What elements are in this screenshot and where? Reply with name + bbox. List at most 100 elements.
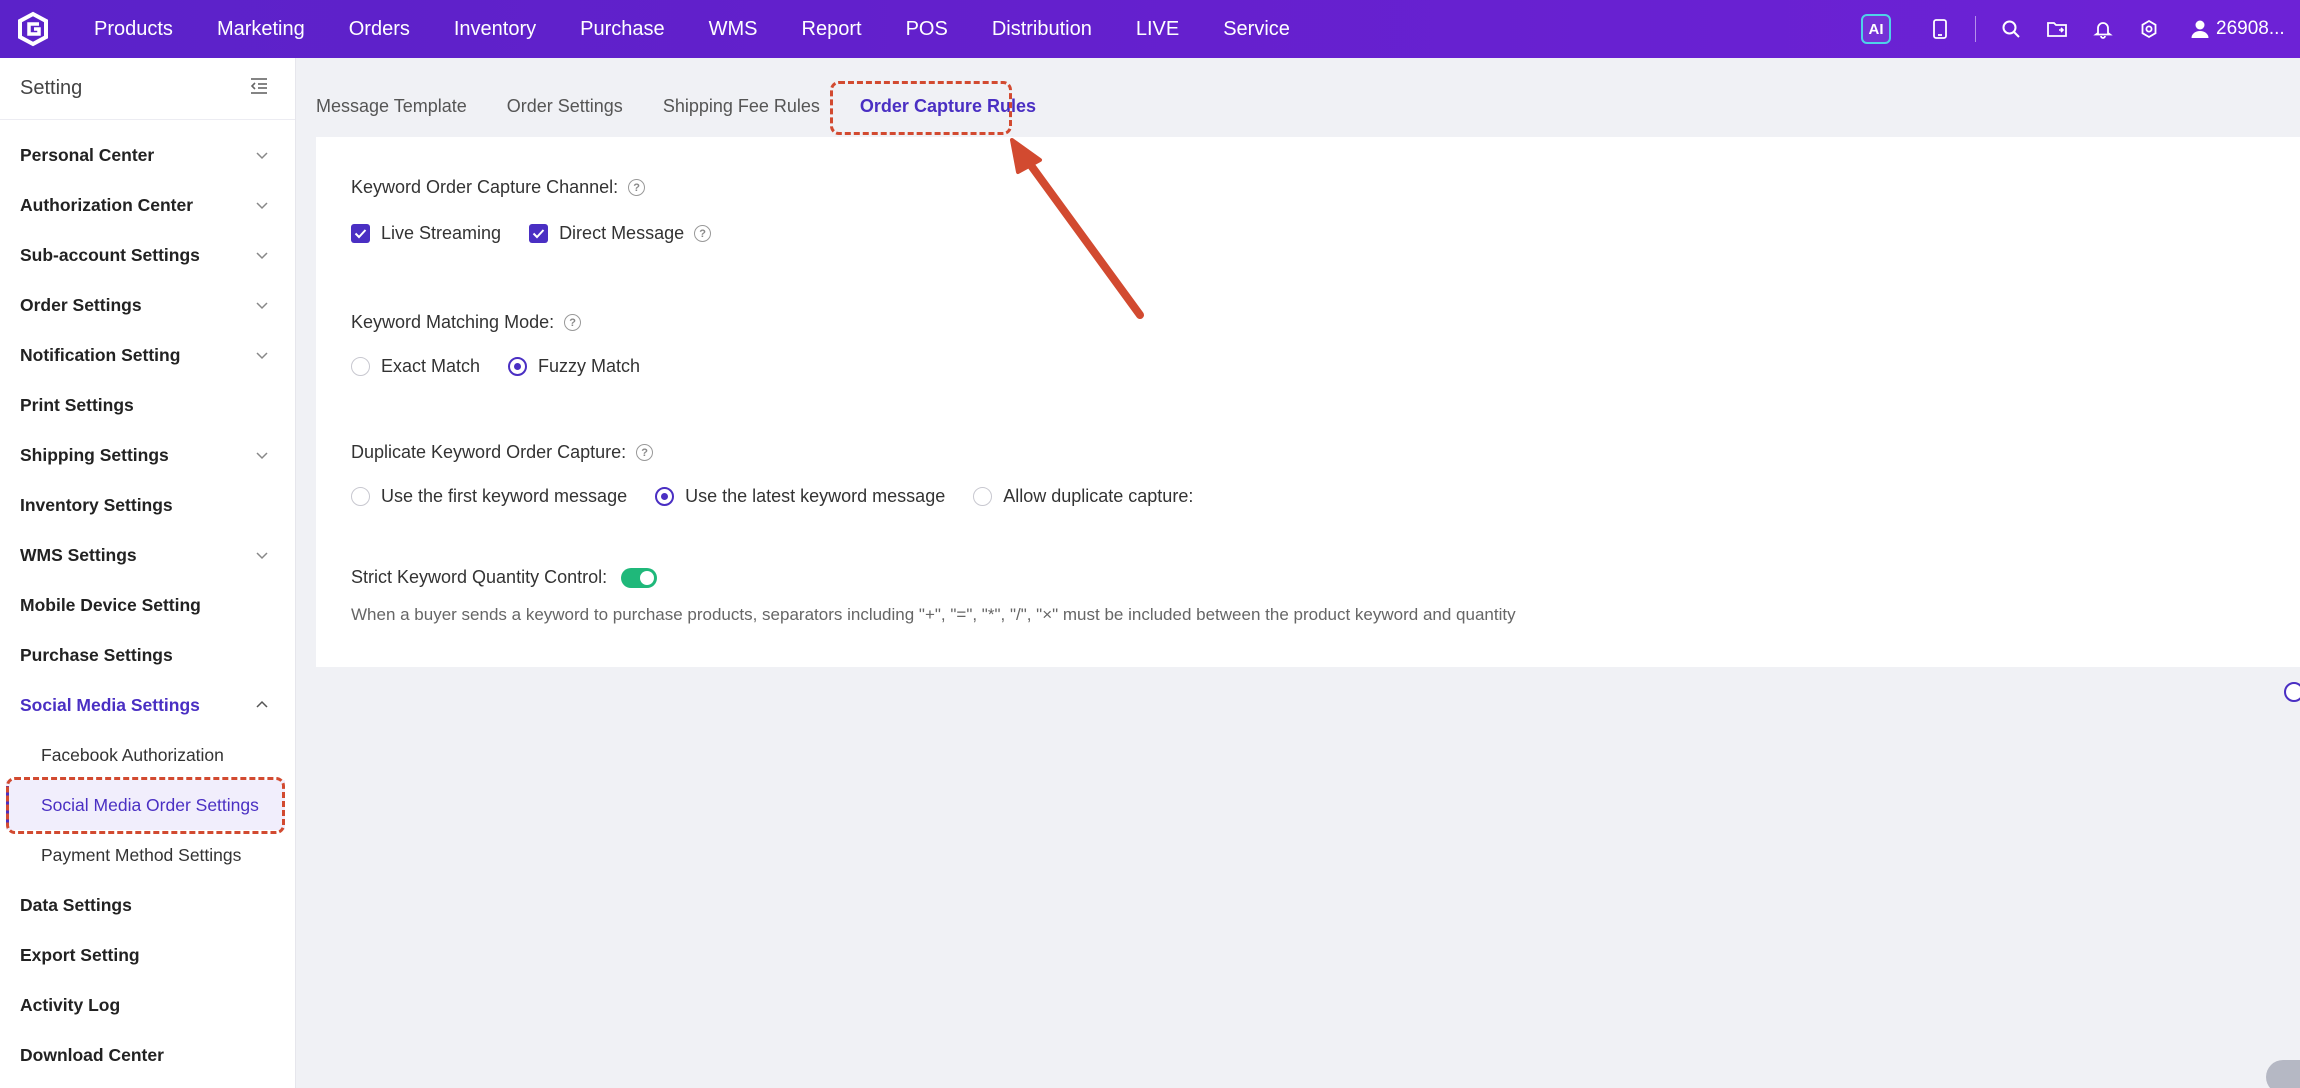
sidebar-subitem-payment-method-settings[interactable]: Payment Method Settings: [0, 830, 295, 880]
collapse-handle[interactable]: [2266, 1060, 2300, 1088]
help-icon[interactable]: ?: [628, 179, 646, 196]
bell-icon[interactable]: [2091, 17, 2115, 41]
sidebar-item-wms-settings[interactable]: WMS Settings: [0, 530, 295, 580]
sidebar-item-label: Mobile Device Setting: [20, 594, 201, 615]
search-icon[interactable]: [1999, 17, 2023, 41]
strict-description: When a buyer sends a keyword to purchase…: [351, 605, 1516, 624]
channel-label: Keyword Order Capture Channel:: [351, 177, 619, 197]
sidebar-item-social-media-settings[interactable]: Social Media Settings: [0, 680, 295, 730]
sidebar-item-authorization-center[interactable]: Authorization Center: [0, 180, 295, 230]
help-icon[interactable]: ?: [636, 444, 654, 461]
sidebar-item-label: Social Media Settings: [20, 694, 200, 715]
help-icon[interactable]: ?: [564, 314, 582, 331]
tab-message-template[interactable]: Message Template: [316, 78, 487, 134]
nav-purchase[interactable]: Purchase: [558, 18, 687, 41]
collapse-sidebar-icon[interactable]: [249, 77, 269, 100]
sidebar-item-label: Sub-account Settings: [20, 244, 200, 265]
sidebar-item-order-settings[interactable]: Order Settings: [0, 280, 295, 330]
chevron-down-icon: [256, 302, 268, 310]
sidebar-item-notification-setting[interactable]: Notification Setting: [0, 330, 295, 380]
channel-label-row: Keyword Order Capture Channel: ?: [351, 177, 646, 198]
sidebar-item-inventory-settings[interactable]: Inventory Settings: [0, 480, 295, 530]
settings-sidebar: Setting Personal Center Authorization Ce…: [0, 58, 296, 1088]
sidebar-item-data-settings[interactable]: Data Settings: [0, 880, 295, 930]
radio-checked-icon: [508, 357, 528, 376]
user-menu[interactable]: 26908...: [2190, 18, 2300, 40]
option-label: Fuzzy Match: [538, 356, 641, 376]
option-label: Direct Message: [559, 223, 685, 243]
tab-order-capture-rules[interactable]: Order Capture Rules: [840, 78, 1056, 134]
sidebar-item-label: WMS Settings: [20, 544, 137, 565]
sidebar-item-label: Print Settings: [20, 394, 134, 415]
sidebar-item-personal-center[interactable]: Personal Center: [0, 130, 295, 180]
folder-icon[interactable]: [2045, 17, 2069, 41]
radio-unchecked-icon: [973, 487, 993, 506]
sidebar-item-purchase-settings[interactable]: Purchase Settings: [0, 630, 295, 680]
option-label: Allow duplicate capture:: [1003, 486, 1194, 506]
user-avatar-icon: [2191, 20, 2209, 38]
nav-report[interactable]: Report: [780, 18, 884, 41]
sidebar-item-shipping-settings[interactable]: Shipping Settings: [0, 430, 295, 480]
nav-live[interactable]: LIVE: [1114, 18, 1201, 41]
sidebar-subitem-facebook-authorization[interactable]: Facebook Authorization: [0, 730, 295, 780]
sidebar-item-print-settings[interactable]: Print Settings: [0, 380, 295, 430]
gear-icon[interactable]: [2137, 17, 2161, 41]
duplicate-label: Duplicate Keyword Order Capture:: [351, 442, 627, 462]
nav-separator: [1975, 16, 1976, 42]
nav-orders[interactable]: Orders: [327, 18, 432, 41]
exact-match-radio[interactable]: Exact Match: [351, 356, 480, 377]
strict-quantity-toggle[interactable]: [621, 567, 658, 588]
sidebar-item-mobile-device-setting[interactable]: Mobile Device Setting: [0, 580, 295, 630]
ai-assistant-button[interactable]: AI: [1861, 14, 1891, 44]
strict-control-row: Strict Keyword Quantity Control:: [351, 567, 658, 588]
radio-unchecked-icon: [351, 487, 370, 506]
first-keyword-radio[interactable]: Use the first keyword message: [351, 486, 627, 507]
sidebar-item-activity-log[interactable]: Activity Log: [0, 980, 295, 1030]
user-id: 26908...: [2216, 18, 2285, 39]
sidebar-item-export-setting[interactable]: Export Setting: [0, 930, 295, 980]
sidebar-item-label: Data Settings: [20, 894, 132, 915]
nav-inventory[interactable]: Inventory: [432, 18, 558, 41]
nav-wms[interactable]: WMS: [687, 18, 780, 41]
chevron-up-icon: [256, 700, 268, 708]
option-label: Live Streaming: [381, 223, 502, 243]
sidebar-item-label: Inventory Settings: [20, 494, 173, 515]
direct-message-checkbox[interactable]: Direct Message ?: [529, 223, 712, 244]
app-logo-icon[interactable]: [4, 0, 62, 58]
mobile-phone-icon[interactable]: [1928, 17, 1952, 41]
channel-options: Live Streaming Direct Message ?: [351, 223, 739, 244]
option-label: Use the first keyword message: [381, 486, 628, 506]
sidebar-item-label: Download Center: [20, 1044, 164, 1065]
chevron-down-icon: [256, 552, 268, 560]
checkbox-checked-icon: [529, 224, 549, 243]
strict-label: Strict Keyword Quantity Control:: [351, 567, 608, 587]
nav-pos[interactable]: POS: [884, 18, 970, 41]
checkbox-checked-icon: [351, 224, 370, 243]
nav-service[interactable]: Service: [1201, 18, 1312, 41]
matching-options: Exact Match Fuzzy Match: [351, 356, 668, 377]
tab-order-settings[interactable]: Order Settings: [487, 78, 643, 134]
fuzzy-match-radio[interactable]: Fuzzy Match: [508, 356, 640, 377]
latest-keyword-radio[interactable]: Use the latest keyword message: [655, 486, 945, 507]
nav-distribution[interactable]: Distribution: [970, 18, 1114, 41]
sidebar-item-download-center[interactable]: Download Center: [0, 1030, 295, 1080]
allow-duplicate-radio[interactable]: Allow duplicate capture:: [973, 486, 1193, 507]
chevron-down-icon: [256, 202, 268, 210]
sidebar-item-label: Notification Setting: [20, 344, 181, 365]
option-label: Exact Match: [381, 356, 481, 376]
help-icon[interactable]: ?: [694, 225, 712, 242]
order-capture-rules-panel: Keyword Order Capture Channel: ? Live St…: [316, 137, 2300, 667]
nav-products[interactable]: Products: [72, 18, 195, 41]
sidebar-item-sub-account-settings[interactable]: Sub-account Settings: [0, 230, 295, 280]
radio-unchecked-icon: [351, 357, 370, 376]
sidebar-title: Setting: [20, 77, 83, 99]
floating-widget-button[interactable]: [2284, 682, 2300, 702]
live-streaming-checkbox[interactable]: Live Streaming: [351, 223, 501, 244]
sidebar-subitem-social-media-order-settings[interactable]: Social Media Order Settings: [6, 780, 285, 830]
nav-marketing[interactable]: Marketing: [195, 18, 327, 41]
chevron-down-icon: [256, 252, 268, 260]
tab-shipping-fee-rules[interactable]: Shipping Fee Rules: [643, 78, 840, 134]
sidebar-item-label: Purchase Settings: [20, 644, 173, 665]
duplicate-label-row: Duplicate Keyword Order Capture: ?: [351, 442, 654, 463]
duplicate-options: Use the first keyword message Use the la…: [351, 486, 1221, 507]
